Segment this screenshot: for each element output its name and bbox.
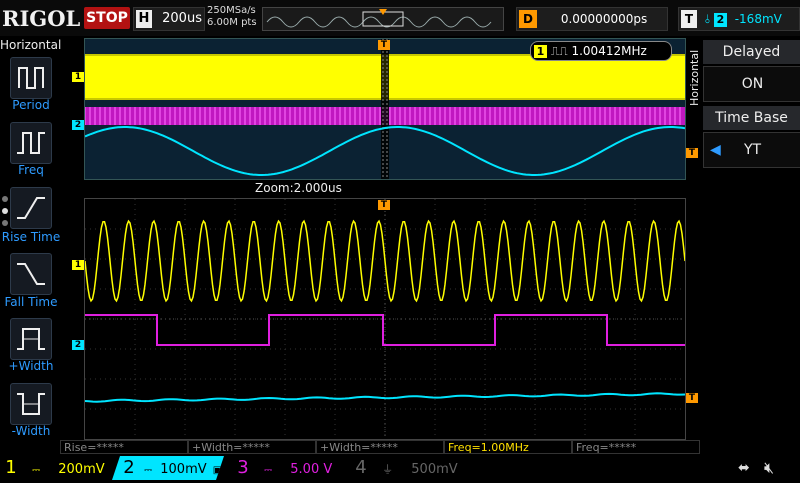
timebase-value: 200us [162, 11, 202, 26]
channel-3-scale: 5.00 V [290, 462, 333, 477]
delay-value: 0.00000000ps [560, 12, 648, 26]
measurement-item[interactable]: Freq=***** [572, 440, 700, 454]
dc-coupling-icon: ⎓ [144, 465, 153, 476]
minus-width-label: -Width [11, 424, 51, 438]
trigger-level-marker-overview[interactable]: T [686, 148, 698, 158]
usb-icon: ⬌ [738, 460, 750, 476]
memory-position-bar[interactable] [262, 7, 504, 31]
plus-width-button[interactable] [10, 318, 52, 360]
trigger-readout[interactable]: T ⫰ 2 -168mV [678, 7, 800, 31]
memory-waveform-preview [266, 9, 492, 28]
square-wave-icon: ⎍⎍ [550, 44, 568, 58]
left-menu-title: Horizontal [0, 38, 62, 52]
period-label: Period [12, 98, 50, 112]
trigger-position-marker-overview[interactable]: T [378, 40, 390, 50]
ch1-overview-marker[interactable]: 1 [72, 72, 84, 82]
period-button[interactable] [10, 57, 52, 99]
time-base-label: Time Base [703, 106, 800, 130]
delayed-toggle[interactable]: ON [703, 66, 800, 102]
counter-channel-badge: 1 [534, 45, 547, 58]
measurement-item[interactable]: Rise=***** [60, 440, 188, 454]
channel-1-strip[interactable]: 1 ⎓ 200mV [0, 456, 110, 480]
right-panel-title-text: Horizontal [688, 50, 701, 106]
freq-button[interactable] [10, 122, 52, 164]
channel-2-number: 2 [123, 457, 135, 478]
zoom-label: Zoom:2.000us [255, 181, 342, 195]
channel-1-number: 1 [5, 457, 17, 478]
plus-width-label: +Width [8, 359, 54, 373]
counter-frequency-value: 1.00412MHz [571, 44, 647, 58]
trigger-key: T [681, 10, 697, 28]
channel-2-strip[interactable]: 2 ⎓ 100mV ▣ [112, 456, 224, 480]
menu-page-dot [2, 220, 8, 226]
fall-time-label: Fall Time [4, 295, 58, 309]
zoom-window[interactable] [84, 198, 686, 440]
rigol-logo: RIGOL [2, 6, 81, 31]
freq-label: Freq [18, 163, 44, 177]
speaker-muted-icon[interactable]: 🔇︎ [764, 458, 774, 478]
horizontal-key: H [136, 10, 152, 28]
acquisition-info: 250MSa/s 6.00M pts [207, 5, 257, 29]
period-icon [18, 67, 44, 89]
measurement-item[interactable]: +Width=***** [316, 440, 444, 454]
freq-icon [17, 132, 45, 154]
memory-depth: 6.00M pts [207, 17, 257, 28]
ch2-zoom-marker[interactable]: 2 [72, 340, 84, 350]
channel-4-strip[interactable]: 4 ⏚ 500mV [350, 456, 460, 480]
menu-page-dot-active [2, 208, 8, 214]
fall-time-icon [17, 263, 45, 285]
timebase-readout[interactable]: H 200us [133, 7, 205, 31]
trigger-level-value: -168mV [734, 12, 782, 26]
channel-2-scale: 100mV [160, 462, 207, 477]
rise-time-button[interactable] [10, 187, 52, 229]
selector-left-arrow-icon: ◀ [710, 142, 721, 158]
channel-1-scale: 200mV [58, 462, 105, 477]
measurement-item[interactable]: +Width=***** [188, 440, 316, 454]
dc-coupling-icon: ⎓ [264, 465, 273, 476]
sample-rate: 250MSa/s [207, 5, 256, 16]
ground-coupling-icon: ⏚ [382, 463, 394, 476]
fall-time-button[interactable] [10, 253, 52, 295]
channel-3-strip[interactable]: 3 ⎓ 5.00 V [232, 456, 342, 480]
trigger-position-marker-zoom[interactable]: T [378, 200, 390, 210]
time-base-selector[interactable]: ◀ YT [703, 132, 800, 168]
right-panel-title: Horizontal [686, 40, 702, 110]
channel-4-scale: 500mV [411, 462, 458, 477]
trigger-source-badge: 2 [713, 12, 727, 27]
rise-time-label: Rise Time [1, 230, 61, 244]
zoom-grid [84, 199, 686, 439]
rise-time-icon [17, 197, 45, 219]
plus-width-icon [17, 328, 45, 350]
zoom-window-marker [381, 39, 389, 179]
delay-key: D [519, 10, 537, 28]
delayed-label: Delayed [703, 40, 800, 64]
channel-3-number: 3 [237, 457, 249, 478]
delay-readout[interactable]: D 0.00000000ps [516, 7, 668, 31]
run-stop-button[interactable]: STOP [84, 7, 130, 29]
ch2-overview-marker[interactable]: 2 [72, 120, 84, 130]
measurement-item-freq[interactable]: Freq=1.00MHz [444, 440, 572, 454]
minus-width-icon [17, 393, 45, 415]
bandwidth-limit-icon: ▣ [212, 465, 223, 476]
dc-coupling-icon: ⎓ [32, 465, 41, 476]
time-base-value: YT [743, 142, 762, 158]
rising-edge-icon: ⫰ [704, 12, 711, 26]
frequency-counter-badge[interactable]: 1 ⎍⎍ 1.00412MHz [530, 41, 672, 61]
ch1-zoom-marker[interactable]: 1 [72, 260, 84, 270]
minus-width-button[interactable] [10, 383, 52, 425]
menu-page-dot [2, 196, 8, 202]
channel-4-number: 4 [355, 457, 367, 478]
trigger-level-marker-zoom[interactable]: T [686, 393, 698, 403]
